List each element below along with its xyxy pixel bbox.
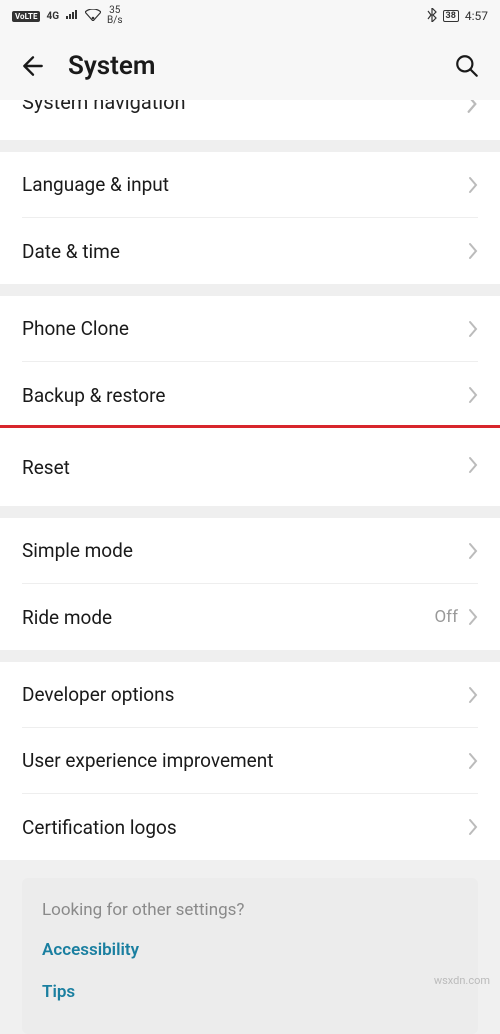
signal-icon [65,9,79,23]
status-left: VoLTE 4G 35 B/s [12,6,123,26]
link-tips[interactable]: Tips [42,982,458,1002]
watermark: wsxdn.com [434,974,490,987]
row-label: Date & time [22,240,120,263]
chevron-right-icon [468,176,478,194]
chevron-right-icon [468,456,478,474]
chevron-right-icon [468,686,478,704]
row-label: Language & input [22,173,169,196]
network-type: 4G [46,11,59,22]
battery-indicator: 38 [443,10,459,22]
row-label: Certification logos [22,816,177,839]
row-certification-logos[interactable]: Certification logos [22,794,478,860]
search-icon [454,53,480,79]
wifi-icon [85,9,101,24]
app-header: System [0,32,500,100]
network-speed: 35 B/s [107,6,123,26]
row-user-experience-improvement[interactable]: User experience improvement [22,728,478,794]
chevron-right-icon [468,752,478,770]
list-group: Developer options User experience improv… [0,662,500,860]
row-simple-mode[interactable]: Simple mode [22,518,478,584]
back-button[interactable] [20,53,46,79]
chevron-right-icon [468,608,478,626]
row-label: Ride mode [22,606,112,629]
status-bar: VoLTE 4G 35 B/s 38 4:57 [0,0,500,32]
row-label: Simple mode [22,539,133,562]
row-language-input[interactable]: Language & input [22,152,478,218]
list-group: Simple mode Ride mode Off [0,518,500,650]
arrow-left-icon [20,53,46,79]
highlight-annotation: Reset [0,425,500,509]
chevron-right-icon [468,386,478,404]
volte-badge: VoLTE [12,11,40,22]
row-developer-options[interactable]: Developer options [22,662,478,728]
list-group: Language & input Date & time [0,152,500,284]
list-group-partial: System navigation [0,100,500,140]
row-label: Phone Clone [22,317,129,340]
row-label: Developer options [22,683,174,706]
other-settings-hint: Looking for other settings? Accessibilit… [22,878,478,1034]
row-system-navigation[interactable]: System navigation [22,100,478,140]
search-button[interactable] [454,53,480,79]
chevron-right-icon [468,320,478,338]
row-date-time[interactable]: Date & time [22,218,478,284]
row-backup-restore[interactable]: Backup & restore [22,362,478,428]
bluetooth-icon [427,8,437,25]
row-value: Off [434,607,458,627]
chevron-right-icon [468,818,478,836]
row-label: Backup & restore [22,384,165,407]
row-label: User experience improvement [22,749,273,772]
list-group: Phone Clone Backup & restore [0,296,500,428]
status-right: 38 4:57 [427,8,488,25]
row-phone-clone[interactable]: Phone Clone [22,296,478,362]
row-label: System navigation [22,100,186,114]
row-ride-mode[interactable]: Ride mode Off [22,584,478,650]
row-label: Reset [22,456,70,479]
chevron-right-icon [468,542,478,560]
row-reset[interactable]: Reset [0,428,500,506]
chevron-right-icon [468,242,478,260]
clock: 4:57 [465,9,488,23]
chevron-right-icon [466,100,478,114]
page-title: System [68,51,432,81]
hint-title: Looking for other settings? [42,900,458,920]
link-accessibility[interactable]: Accessibility [42,940,458,960]
